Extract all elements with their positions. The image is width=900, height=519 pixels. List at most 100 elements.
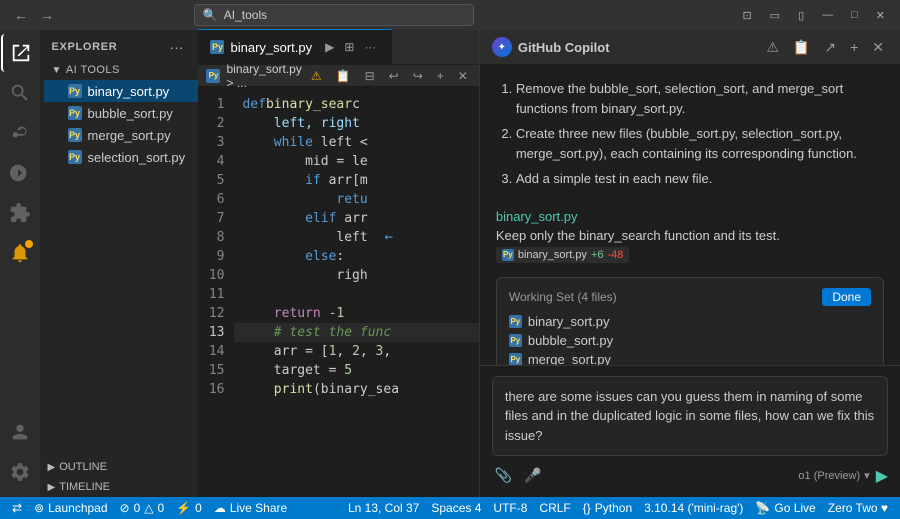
section-label-text: AI TOOLS (66, 64, 120, 76)
timeline-section[interactable]: ▶ TIMELINE (40, 477, 199, 497)
code-line-6: retu (234, 190, 478, 209)
ai-tools-section[interactable]: ▼ AI TOOLS (40, 60, 199, 80)
copilot-open-btn[interactable]: ↗ (820, 37, 840, 58)
file-list: Py binary_sort.py Py bubble_sort.py Py m… (40, 80, 199, 168)
cursor-position: Ln 13, Col 37 (348, 501, 419, 515)
layout-btn-3[interactable]: ▯ (793, 7, 809, 24)
spaces-label: Spaces 4 (431, 501, 481, 515)
ws-file-merge: Py merge_sort.py (509, 352, 871, 365)
file-item-bubble-sort[interactable]: Py bubble_sort.py (44, 102, 199, 124)
instruction-1: Remove the bubble_sort, selection_sort, … (516, 79, 884, 118)
file-item-merge-sort[interactable]: Py merge_sort.py (44, 124, 199, 146)
code-editor[interactable]: def binary_searc left, right while left … (234, 87, 478, 497)
cursor-position-item[interactable]: Ln 13, Col 37 (342, 501, 425, 515)
ws-file-binary: Py binary_sort.py (509, 314, 871, 329)
code-line-3: while left < (234, 133, 478, 152)
eol-item[interactable]: CRLF (533, 501, 576, 515)
sidebar: EXPLORER ··· ▼ AI TOOLS Py binary_sort.p… (40, 30, 199, 497)
nav-back-button[interactable]: ← (10, 5, 32, 25)
sidebar-bottom: ▶ OUTLINE ▶ TIMELINE (40, 457, 199, 497)
remote-status-item[interactable]: ⇄ (6, 497, 28, 519)
file-name: binary_sort.py (88, 84, 170, 99)
add-btn[interactable]: + (434, 68, 447, 84)
send-button[interactable]: ▶ (876, 466, 888, 486)
instruction-3: Add a simple test in each new file. (516, 169, 884, 189)
editor-tab-binary-sort[interactable]: Py binary_sort.py ▶ ⊞ ··· (198, 29, 392, 64)
chat-input-area: there are some issues can you guess them… (480, 365, 900, 498)
explorer-activity-icon[interactable] (1, 34, 39, 72)
nav-buttons: ← → (10, 5, 58, 25)
redo-btn[interactable]: ↪ (410, 68, 426, 84)
encoding-item[interactable]: UTF-8 (487, 501, 533, 515)
split-tab-btn[interactable]: ⊞ (341, 39, 357, 55)
minimize-button[interactable]: — (817, 7, 838, 23)
run-tab-btn[interactable]: ▶ (322, 39, 337, 55)
editor-content: 1 2 3 4 5 6 7 8 9 10 11 12 13 14 15 16 d… (198, 87, 478, 497)
chat-message: there are some issues can you guess them… (492, 376, 888, 457)
status-bar: ⇄ ⊚ Launchpad ⊘ 0 △ 0 ⚡ 0 ☁ Live Share L… (0, 497, 900, 519)
code-line-7: elif arr (234, 209, 478, 228)
layout-btn-1[interactable]: ⊡ (737, 7, 756, 24)
copilot-clipboard-btn[interactable]: 📋 (789, 37, 814, 58)
copilot-add-btn[interactable]: + (846, 37, 862, 57)
launchpad-icon: ⊚ (34, 501, 44, 515)
language-item[interactable]: {} Python (577, 501, 638, 515)
warning-btn[interactable]: ⚠ (308, 68, 325, 84)
diff-btn[interactable]: ⊟ (362, 68, 378, 84)
code-line-13: # test the func (234, 323, 478, 342)
spaces-item[interactable]: Spaces 4 (425, 501, 487, 515)
nav-forward-button[interactable]: → (36, 5, 58, 25)
language-icon: {} (583, 501, 591, 515)
done-button[interactable]: Done (822, 288, 871, 306)
instruction-2: Create three new files (bubble_sort.py, … (516, 124, 884, 163)
search-bar[interactable]: 🔍 (194, 4, 474, 26)
model-badge[interactable]: o1 (Preview) ▾ (798, 469, 869, 482)
ports-status-item[interactable]: ⚡ 0 (170, 497, 208, 519)
source-control-activity-icon[interactable] (1, 114, 39, 152)
errors-status-item[interactable]: ⊘ 0 △ 0 (114, 497, 171, 519)
launchpad-label: Launchpad (48, 501, 107, 515)
extension-item[interactable]: Zero Two ♥ (822, 501, 894, 515)
close-button[interactable]: ✕ (871, 7, 890, 24)
go-live-item[interactable]: 📡 Go Live (749, 501, 821, 515)
clipboard-btn[interactable]: 📋 (333, 68, 354, 84)
outline-section[interactable]: ▶ OUTLINE (40, 457, 199, 477)
more-tab-btn[interactable]: ··· (361, 39, 379, 55)
port-count: 0 (195, 501, 202, 515)
code-line-11 (234, 285, 478, 304)
maximize-button[interactable]: □ (846, 7, 863, 23)
close-editor-btn[interactable]: ✕ (455, 68, 471, 84)
copilot-header-buttons: ⚠ 📋 ↗ + ✕ (762, 37, 888, 58)
search-input[interactable] (224, 8, 465, 22)
file-name: bubble_sort.py (88, 106, 173, 121)
eol-label: CRLF (539, 501, 570, 515)
extensions-activity-icon[interactable] (1, 194, 39, 232)
notification-activity-icon[interactable] (1, 234, 39, 272)
sidebar-header-buttons: ··· (166, 38, 186, 56)
file-item-selection-sort[interactable]: Py selection_sort.py (44, 146, 199, 168)
status-right: Ln 13, Col 37 Spaces 4 UTF-8 CRLF {} Pyt… (342, 501, 894, 515)
liveshare-status-item[interactable]: ☁ Live Share (208, 497, 293, 519)
diff-badge[interactable]: Py binary_sort.py +6 -48 (496, 247, 630, 263)
mic-btn[interactable]: 🎤 (521, 464, 544, 487)
tab-python-icon: Py (210, 40, 224, 54)
ws-python-icon: Py (509, 353, 522, 365)
undo-btn[interactable]: ↩ (386, 68, 402, 84)
accounts-activity-icon[interactable] (1, 413, 39, 451)
copilot-close-btn[interactable]: ✕ (868, 37, 888, 58)
file-item-binary-sort[interactable]: Py binary_sort.py (44, 80, 199, 102)
attach-btn[interactable]: 📎 (492, 464, 515, 487)
launchpad-status-item[interactable]: ⊚ Launchpad (28, 497, 113, 519)
search-activity-icon[interactable] (1, 74, 39, 112)
editor-toolbar: Py binary_sort.py > ... ⚠ 📋 ⊟ ↩ ↪ + ✕ (198, 65, 478, 87)
run-activity-icon[interactable] (1, 154, 39, 192)
warning-count: 0 (158, 501, 165, 515)
diff-rem: -48 (607, 249, 623, 261)
binary-sort-file-ref[interactable]: binary_sort.py (496, 209, 578, 224)
error-count: 0 (134, 501, 141, 515)
new-file-button[interactable]: ··· (166, 38, 186, 56)
interpreter-item[interactable]: 3.10.14 ('mini-rag') (638, 501, 749, 515)
copilot-warning-btn[interactable]: ⚠ (762, 37, 783, 58)
layout-btn-2[interactable]: ▭ (765, 7, 785, 24)
settings-activity-icon[interactable] (1, 453, 39, 491)
